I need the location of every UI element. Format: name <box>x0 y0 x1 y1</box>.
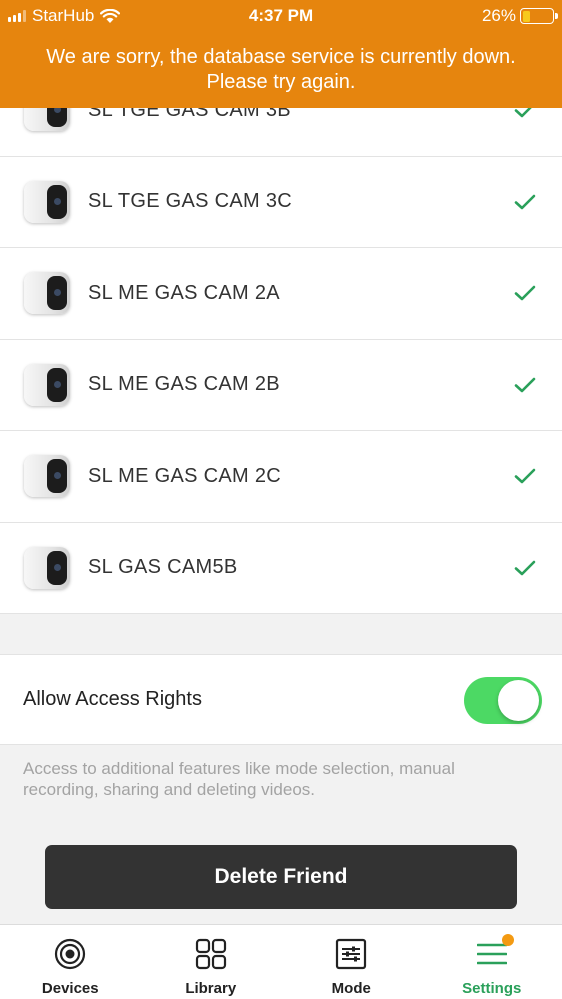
tab-devices[interactable]: Devices <box>0 925 141 999</box>
camera-name: SL ME GAS CAM 2B <box>88 373 280 396</box>
status-time: 4:37 PM <box>248 6 314 25</box>
camera-thumbnail-icon <box>24 180 70 223</box>
camera-row[interactable]: SL TGE GAS CAM 3C <box>0 157 562 248</box>
camera-name: SL TGE GAS CAM 3C <box>88 190 293 213</box>
toggle-knob <box>498 680 539 721</box>
access-rights-description: Access to additional features like mode … <box>23 759 455 799</box>
camera-thumbnail-icon <box>24 546 70 589</box>
library-grid-icon <box>195 938 226 970</box>
checkmark-icon <box>514 468 536 484</box>
access-rights-label: Allow Access Rights <box>23 688 202 710</box>
error-banner: StarHub 4:37 PM 26% We are sorry, the da… <box>0 0 562 108</box>
camera-list: SL TGE GAS CAM 3B SL TGE GAS CAM 3C SL ME … <box>0 65 562 614</box>
camera-row[interactable]: SL GAS CAM5B <box>0 523 562 614</box>
devices-icon <box>55 938 86 970</box>
tab-mode-label: Mode <box>331 980 371 997</box>
delete-friend-button[interactable]: Delete Friend <box>45 845 517 909</box>
camera-thumbnail-icon <box>24 272 70 315</box>
status-bar: StarHub 4:37 PM 26% <box>0 0 562 32</box>
battery-icon <box>520 8 558 24</box>
checkmark-icon <box>514 194 536 210</box>
tab-devices-label: Devices <box>41 980 99 997</box>
settings-menu-icon <box>476 943 507 965</box>
error-message: We are sorry, the database service is cu… <box>46 46 516 93</box>
camera-name: SL ME GAS CAM 2A <box>88 281 280 304</box>
tab-settings[interactable]: Settings <box>422 925 562 999</box>
checkmark-icon <box>514 560 536 576</box>
checkmark-icon <box>514 285 536 301</box>
camera-row[interactable]: SL ME GAS CAM 2C <box>0 431 562 523</box>
tab-bar: Devices Library Mode Settings <box>0 924 562 999</box>
status-bar-right: 26% <box>481 6 558 26</box>
camera-row[interactable]: SL ME GAS CAM 2B <box>0 340 562 431</box>
camera-thumbnail-icon <box>24 455 70 498</box>
mode-sliders-icon <box>336 938 367 970</box>
section-spacer <box>0 614 562 655</box>
access-rights-toggle[interactable] <box>464 677 542 724</box>
camera-thumbnail-icon <box>24 363 70 406</box>
camera-row[interactable]: SL ME GAS CAM 2A <box>0 248 562 340</box>
battery-percent: 26% <box>481 6 516 25</box>
checkmark-icon <box>514 377 536 393</box>
tab-library-label: Library <box>185 980 237 997</box>
notification-dot <box>501 934 514 946</box>
tab-settings-label: Settings <box>462 980 522 997</box>
battery-fill <box>522 10 531 22</box>
camera-name: SL ME GAS CAM 2C <box>88 464 281 487</box>
tab-mode[interactable]: Mode <box>281 925 422 999</box>
camera-name: SL GAS CAM5B <box>88 556 238 579</box>
tab-library[interactable]: Library <box>141 925 282 999</box>
